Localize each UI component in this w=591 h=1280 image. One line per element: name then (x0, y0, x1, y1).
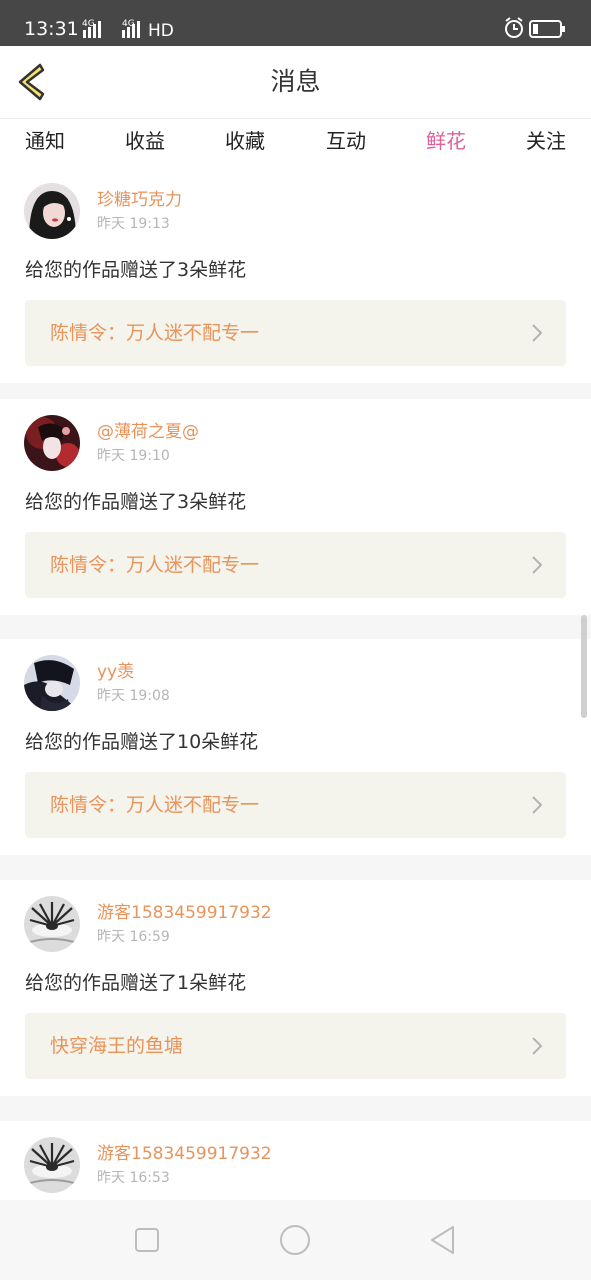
status-time: 13:31 (24, 18, 79, 40)
avatar-image (24, 183, 80, 239)
avatar-image (24, 896, 80, 952)
message-card: 珍糖巧克力 昨天 19:13 给您的作品赠送了3朵鲜花 陈情令：万人迷不配专一 (0, 167, 591, 383)
recent-apps-icon (135, 1228, 159, 1252)
avatar[interactable] (24, 655, 80, 711)
avatar[interactable] (24, 183, 80, 239)
chevron-right-icon (532, 324, 543, 342)
username[interactable]: yy羡 (97, 661, 134, 683)
back-nav-button[interactable] (423, 1220, 463, 1260)
hd-label: HD (148, 21, 174, 41)
timestamp: 昨天 16:59 (97, 929, 170, 945)
tab-bar: 通知 收益 收藏 互动 鲜花 关注 (0, 119, 591, 172)
tab-notifications[interactable]: 通知 (15, 127, 75, 155)
tab-label: 通知 (25, 129, 65, 153)
avatar[interactable] (24, 415, 80, 471)
status-bar: 13:31 4G 4G HD (0, 0, 591, 46)
back-icon (431, 1226, 454, 1254)
avatar[interactable] (24, 896, 80, 952)
username[interactable]: @薄荷之夏@ (97, 421, 199, 443)
battery-icon (529, 20, 565, 38)
work-title: 陈情令：万人迷不配专一 (50, 554, 260, 576)
message-card: 游客1583459917932 昨天 16:53 (0, 1121, 591, 1200)
timestamp: 昨天 19:13 (97, 216, 170, 232)
tab-favorites[interactable]: 收藏 (215, 127, 275, 155)
username[interactable]: 游客1583459917932 (97, 1143, 272, 1165)
timestamp: 昨天 16:53 (97, 1170, 170, 1186)
tab-flowers[interactable]: 鲜花 (416, 127, 476, 172)
message-list[interactable]: 珍糖巧克力 昨天 19:13 给您的作品赠送了3朵鲜花 陈情令：万人迷不配专一 … (0, 167, 591, 1200)
work-title: 快穿海王的鱼塘 (50, 1035, 184, 1057)
username[interactable]: 游客1583459917932 (97, 902, 272, 924)
status-right-icons (505, 17, 565, 38)
work-link[interactable]: 快穿海王的鱼塘 (25, 1013, 566, 1079)
tab-interactions[interactable]: 互动 (316, 127, 376, 155)
tab-earnings[interactable]: 收益 (115, 127, 175, 155)
home-button[interactable] (275, 1220, 315, 1260)
message-text: 给您的作品赠送了10朵鲜花 (25, 731, 259, 753)
message-text: 给您的作品赠送了3朵鲜花 (25, 259, 247, 281)
tab-label: 互动 (326, 129, 366, 153)
recent-apps-button[interactable] (127, 1220, 167, 1260)
work-title: 陈情令：万人迷不配专一 (50, 322, 260, 344)
timestamp: 昨天 19:08 (97, 688, 170, 704)
work-link[interactable]: 陈情令：万人迷不配专一 (25, 772, 566, 838)
avatar-image (24, 655, 80, 711)
tab-label: 收益 (125, 129, 165, 153)
chevron-right-icon (532, 796, 543, 814)
message-card: @薄荷之夏@ 昨天 19:10 给您的作品赠送了3朵鲜花 陈情令：万人迷不配专一 (0, 399, 591, 615)
work-title: 陈情令：万人迷不配专一 (50, 794, 260, 816)
header: 消息 (0, 46, 591, 119)
page-title: 消息 (270, 67, 321, 96)
system-nav-bar (0, 1200, 591, 1280)
message-card: 游客1583459917932 昨天 16:59 给您的作品赠送了1朵鲜花 快穿… (0, 880, 591, 1096)
message-text: 给您的作品赠送了3朵鲜花 (25, 491, 247, 513)
avatar-image (24, 1137, 80, 1193)
timestamp: 昨天 19:10 (97, 448, 170, 464)
scrollbar-thumb[interactable] (581, 615, 587, 718)
tab-following[interactable]: 关注 (516, 127, 576, 155)
tab-label: 收藏 (225, 129, 265, 153)
avatar[interactable] (24, 1137, 80, 1193)
message-text: 给您的作品赠送了1朵鲜花 (25, 972, 247, 994)
username[interactable]: 珍糖巧克力 (97, 189, 182, 211)
alarm-icon (505, 17, 523, 38)
message-card: yy羡 昨天 19:08 给您的作品赠送了10朵鲜花 陈情令：万人迷不配专一 (0, 639, 591, 855)
avatar-image (24, 415, 80, 471)
signal-icon: 4G 4G HD (82, 19, 174, 41)
chevron-right-icon (532, 556, 543, 574)
tab-label: 关注 (526, 129, 566, 153)
work-link[interactable]: 陈情令：万人迷不配专一 (25, 300, 566, 366)
work-link[interactable]: 陈情令：万人迷不配专一 (25, 532, 566, 598)
chevron-right-icon (532, 1037, 543, 1055)
home-icon (280, 1225, 310, 1255)
tab-label: 鲜花 (426, 129, 466, 153)
